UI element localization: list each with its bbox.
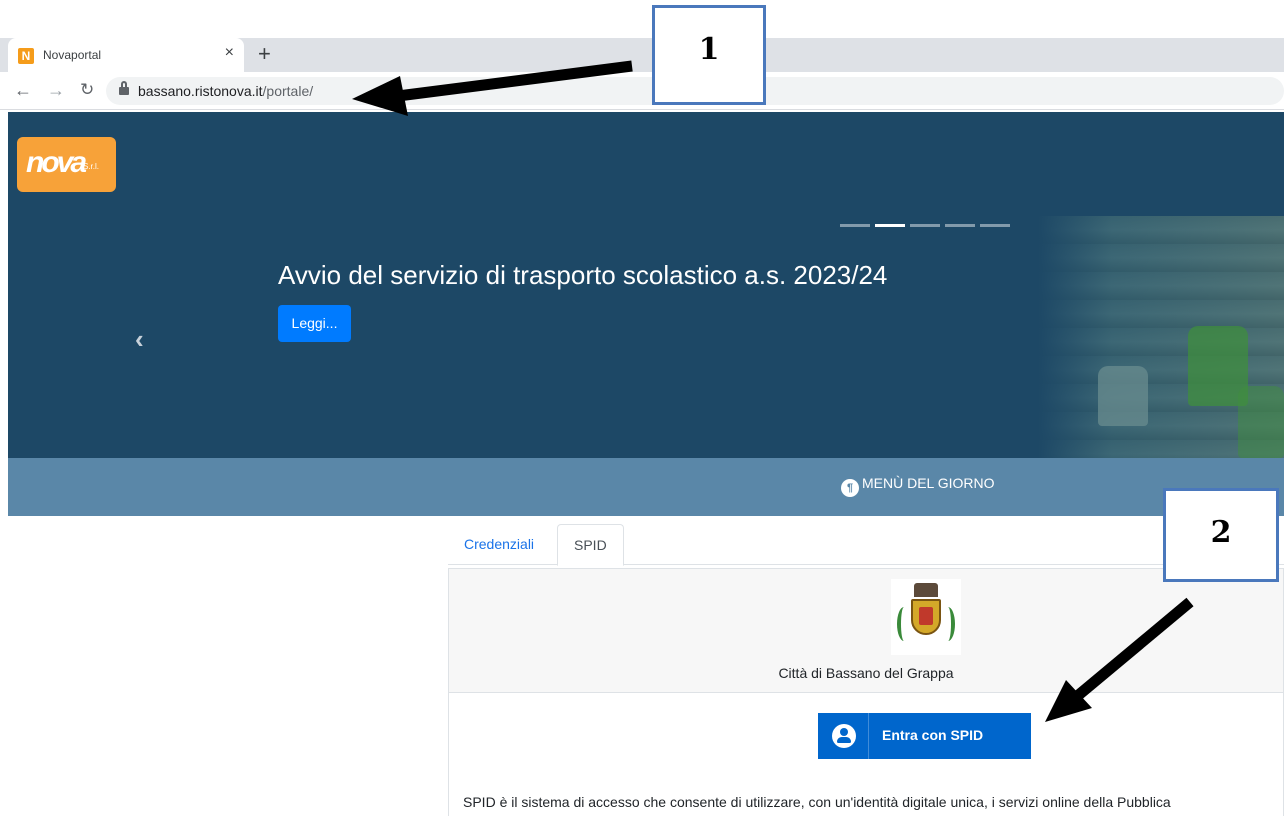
annotation-callout-1: 1 — [652, 5, 766, 105]
arrow-1-shaft — [397, 60, 633, 102]
annotation-arrows — [352, 60, 1194, 722]
annotation-callout-2: 2 — [1163, 488, 1279, 582]
arrow-2-shaft — [1071, 597, 1194, 703]
arrow-1-head — [352, 76, 408, 116]
